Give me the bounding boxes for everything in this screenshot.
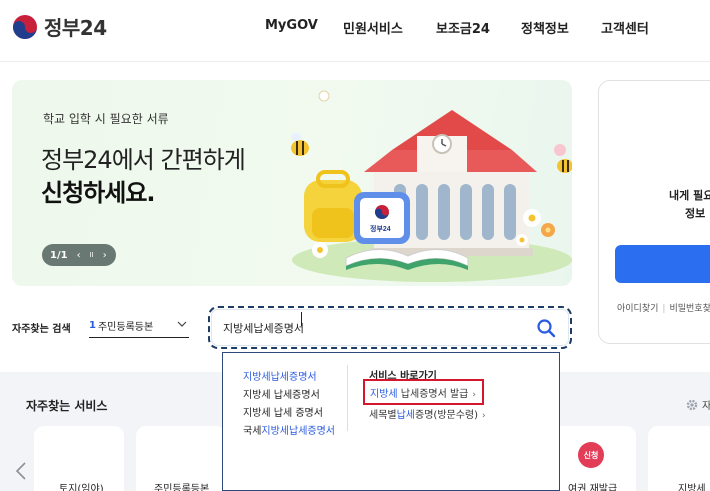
header: 정부24 MyGOV 민원서비스 보조금24 정책정보 고객센터 [0,0,710,62]
service-card-land[interactable]: 발급 토지(임야) [34,426,124,491]
issue-badge: 발급 [71,450,87,460]
banner-title-line2: 신청하세요. [41,179,156,207]
frequent-services-title: 자주찾는 서비스 [26,399,108,413]
frequent-search-select[interactable]: 1 주민등록등본 [89,313,189,338]
banner-pager: 1/1 ‹ II › [42,244,116,266]
suggestion-item[interactable]: 국세지방세납세증명서 [243,422,335,437]
carousel-prev-icon[interactable] [14,460,28,482]
apply-badge: 신청 [578,442,604,468]
banner-page-indicator: 1/1 [50,249,68,261]
text-cursor [301,312,302,326]
nav-item-civil-services[interactable]: 민원서비스 [343,18,403,37]
link-divider: | [662,304,666,314]
quick-link-local-tax-certificate[interactable]: 지방세 납세증명서 발급 › [363,379,484,405]
suggestion-item[interactable]: 지방세 납세증명서 [243,386,320,401]
page: 정부24 MyGOV 민원서비스 보조금24 정책정보 고객센터 학교 입학 시… [0,0,710,491]
nav-item-subsidy24[interactable]: 보조금24 [436,18,490,37]
chevron-down-icon [177,321,187,327]
login-button[interactable] [615,245,710,283]
quick-link-tax-item-certificate[interactable]: 세목별납세증명(방문수령) › [369,406,486,421]
frequent-search-label: 자주찾는 검색 [12,324,71,335]
chevron-right-icon: › [482,411,486,421]
frequent-search-rank: 1 [89,319,96,331]
school-illustration: 정부24 [291,90,572,282]
dropdown-divider [347,365,348,431]
banner-subtitle: 학교 입학 시 필요한 서류 [43,112,169,126]
service-card-label: 주민등록등본 [154,484,210,491]
suggestion-item[interactable]: 지방세납세증명서 [243,368,317,383]
banner-title-line1: 정부24에서 간편하게 [41,146,246,174]
login-card: 내게 필요 정보 아이디찾기 | 비밀번호찾 [598,80,710,344]
chevron-right-icon: › [472,390,476,400]
find-password-link[interactable]: 비밀번호찾 [669,304,710,314]
search-box[interactable] [208,306,572,349]
service-card-label: 여권 재발급 [568,484,618,491]
frequent-search-term: 주민등록등본 [97,321,154,333]
nav-item-policy-info[interactable]: 정책정보 [521,18,569,37]
services-setting-label: 자 [702,401,710,412]
main-nav: MyGOV 민원서비스 보조금24 정책정보 고객센터 [0,18,710,38]
search-autocomplete-dropdown: 지방세납세증명서 지방세 납세증명서 지방세 납세 증명서 국세지방세납세증명서… [222,352,560,491]
issue-badge: 발급 [685,450,701,460]
illustration-badge-text: 정부24 [370,224,391,233]
service-card-label: 지방세 [678,484,706,491]
banner-next-button[interactable]: › [103,250,107,261]
login-card-text-line2: 정보 [685,207,706,220]
service-card-label: 토지(임야) [59,484,104,491]
issue-badge: 발급 [173,450,189,460]
services-setting-button[interactable]: 자 [686,397,710,412]
login-card-text-line1: 내게 필요 [669,189,710,202]
suggestion-item[interactable]: 지방세 납세 증명서 [243,404,323,419]
hero-banner[interactable]: 학교 입학 시 필요한 서류 정부24에서 간편하게 신청하세요. 1/1 ‹ … [12,80,572,286]
login-links: 아이디찾기 | 비밀번호찾 [617,301,710,314]
search-input[interactable] [223,318,523,338]
nav-item-customer-center[interactable]: 고객센터 [601,18,649,37]
find-id-link[interactable]: 아이디찾기 [617,304,658,314]
banner-prev-button[interactable]: ‹ [77,250,81,261]
service-card-local-tax[interactable]: 발급 지방세 [648,426,710,491]
gear-icon [686,399,698,410]
nav-item-mygov[interactable]: MyGOV [265,18,318,33]
search-icon[interactable] [536,318,556,338]
banner-pause-button[interactable]: II [90,251,94,259]
service-card-resident-registration[interactable]: 발급 주민등록등본 [136,426,226,491]
